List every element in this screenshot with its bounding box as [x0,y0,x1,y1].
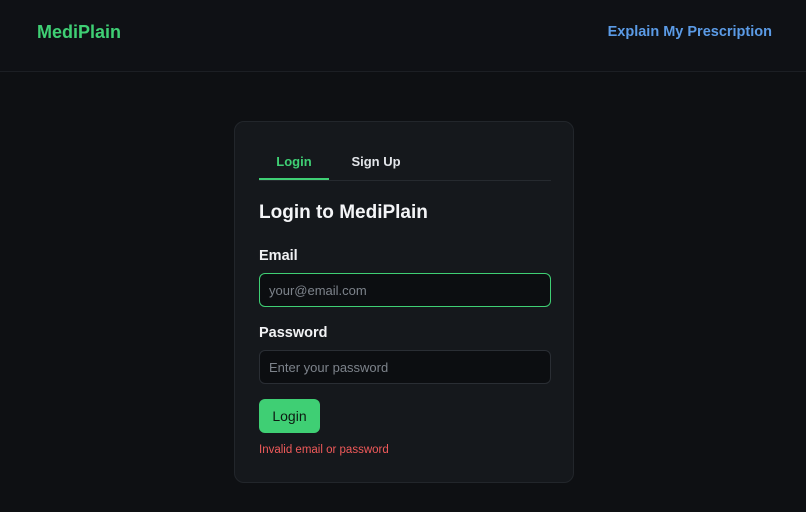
login-button[interactable]: Login [259,399,320,433]
error-message: Invalid email or password [259,444,389,456]
auth-tabs: Login Sign Up [259,146,551,181]
password-input[interactable] [259,350,551,384]
password-label: Password [259,325,328,341]
tab-login[interactable]: Login [259,146,329,180]
explain-prescription-link[interactable]: Explain My Prescription [608,24,772,40]
tab-sign-up[interactable]: Sign Up [339,146,413,179]
login-card: Login Sign Up Login to MediPlain Email P… [234,121,574,483]
top-header: MediPlain Explain My Prescription [0,0,806,72]
email-label: Email [259,248,298,264]
brand-logo[interactable]: MediPlain [37,22,121,43]
email-input[interactable] [259,273,551,307]
form-title: Login to MediPlain [259,202,428,223]
